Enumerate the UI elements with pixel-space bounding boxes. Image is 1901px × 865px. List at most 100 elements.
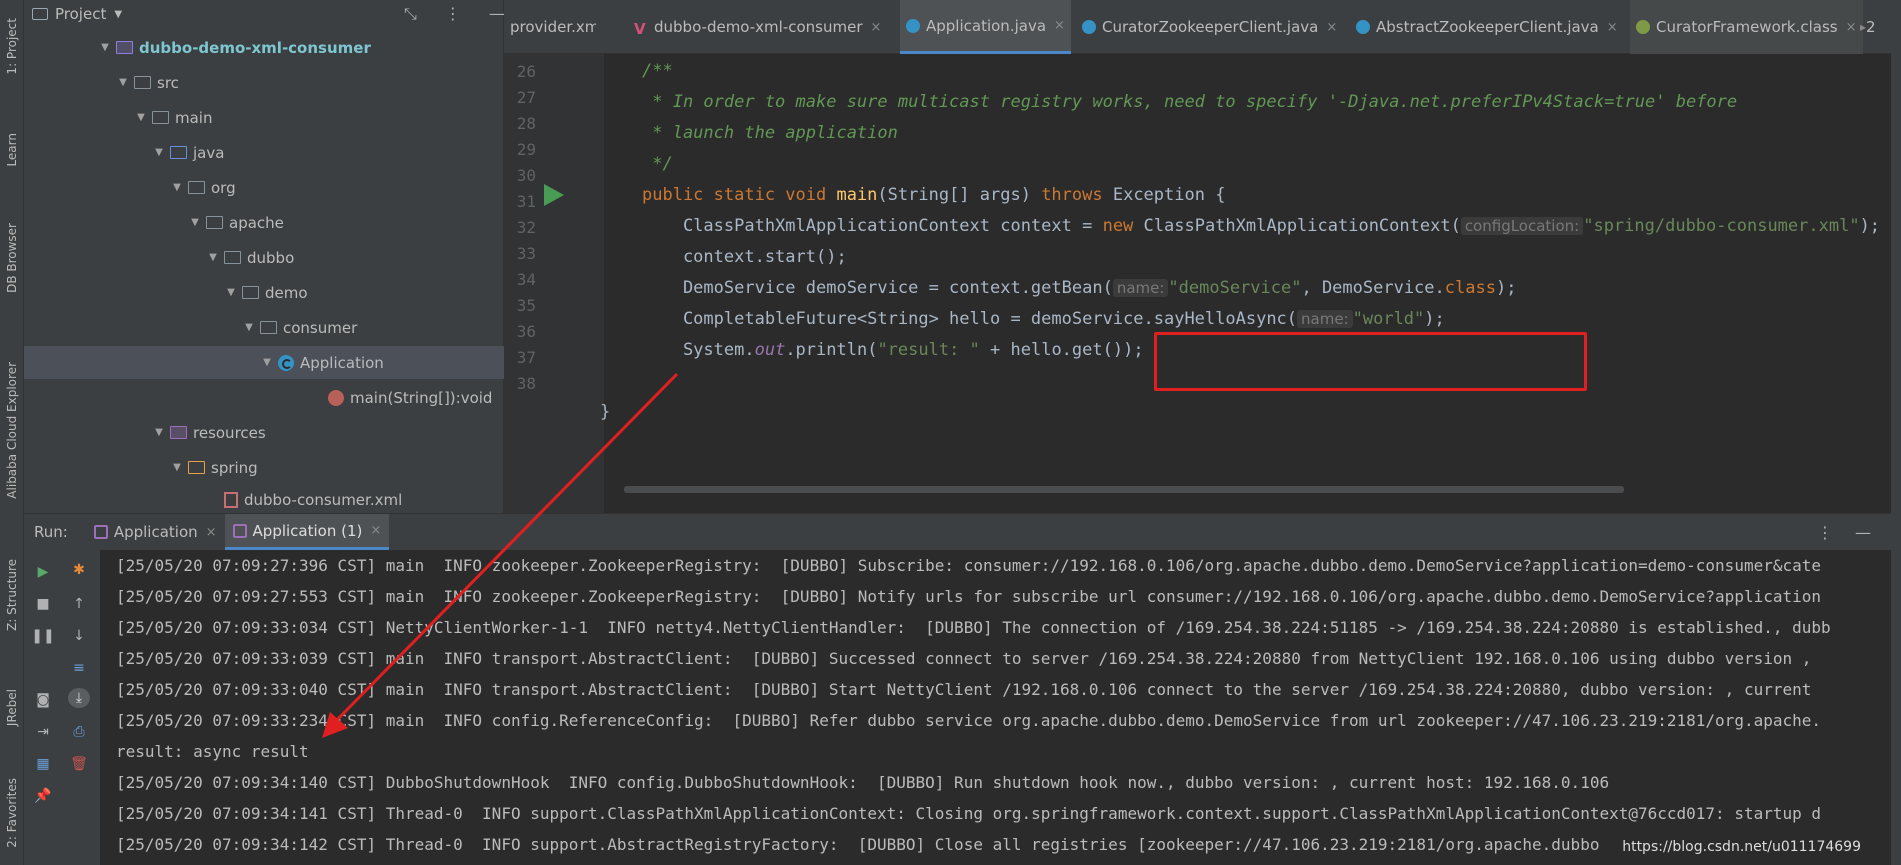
run-panel-header: Run: Application × Application (1) × ⋮ — — [24, 514, 1891, 550]
chevron-down-icon[interactable]: ▼ — [224, 287, 238, 298]
collapse-all-icon[interactable]: ⤡ — [404, 4, 417, 24]
code-line-31[interactable]: ClassPathXmlApplicationContext context =… — [642, 216, 1880, 236]
chevron-down-icon[interactable]: ▼ — [98, 42, 112, 53]
code-text: System. — [642, 340, 755, 360]
trash-icon[interactable]: 🗑 — [68, 754, 90, 774]
code-line-26[interactable]: /** — [642, 61, 673, 81]
chevron-down-icon[interactable]: ▼ — [260, 357, 274, 368]
code-line-27[interactable]: * In order to make sure multicast regist… — [642, 92, 1737, 112]
tree-item-consumer[interactable]: ▼ consumer — [24, 311, 504, 344]
scroll-to-end-icon[interactable]: ⤓ — [68, 688, 90, 708]
camera-icon[interactable]: ◙ — [32, 690, 54, 710]
debug-icon[interactable]: ✱ — [68, 560, 90, 580]
print-icon[interactable]: ⎙ — [68, 722, 90, 742]
tab-dubbo-demo-xml-consumer[interactable]: V dubbo-demo-xml-consumer × — [628, 0, 887, 54]
tab-application-java[interactable]: Application.java × — [900, 0, 1071, 54]
run-tab-application[interactable]: Application × — [86, 514, 225, 550]
more-options-icon[interactable]: ⋮ — [445, 4, 461, 24]
layout-icon[interactable]: ▦ — [32, 754, 54, 774]
tree-item-demo[interactable]: ▼ demo — [24, 276, 504, 309]
tab-curator-zookeeper-client[interactable]: CuratorZookeeperClient.java × — [1076, 0, 1343, 54]
code-text: CompletableFuture<String> hello = demoSe… — [642, 309, 1298, 329]
tree-item-application[interactable]: ▼ Application — [24, 346, 504, 379]
rerun-icon[interactable]: ▶ — [32, 562, 54, 582]
tool-tab-favorites[interactable]: 2: Favorites — [0, 765, 24, 860]
code-line-30[interactable]: public static void main(String[] args) t… — [642, 185, 1225, 205]
java-class-icon — [278, 354, 294, 371]
tab-provider-xml[interactable]: provider.xml × — [504, 0, 596, 54]
pin-icon[interactable]: 📌 — [32, 786, 54, 806]
chevron-down-icon[interactable]: ▼ — [188, 217, 202, 228]
java-class-icon — [906, 18, 920, 33]
close-icon[interactable]: × — [206, 525, 217, 540]
close-icon[interactable]: × — [1326, 20, 1337, 35]
chevron-down-icon[interactable]: ▼ — [206, 252, 220, 263]
console-line-result: result: async result — [116, 742, 309, 761]
line-number: 33 — [516, 244, 536, 263]
string-literal: "world" — [1352, 309, 1425, 329]
tool-tab-learn[interactable]: Learn — [0, 120, 24, 180]
exit-icon[interactable]: ⇥ — [32, 722, 54, 742]
tree-item-resources[interactable]: ▼ resources — [24, 416, 504, 449]
chevron-down-icon[interactable]: ▼ — [152, 427, 166, 438]
run-tab-application-1[interactable]: Application (1) × — [224, 514, 390, 550]
tool-tab-db-browser[interactable]: DB Browser — [0, 210, 24, 305]
code-line-28[interactable]: * launch the application — [642, 123, 898, 143]
chevron-down-icon[interactable]: ▼ — [152, 147, 166, 158]
close-icon[interactable]: × — [871, 20, 882, 35]
console-line: [25/05/20 07:09:27:553 CST] main INFO zo… — [116, 587, 1822, 606]
code-line-33[interactable]: DemoService demoService = context.getBea… — [642, 278, 1517, 298]
chevron-down-icon[interactable]: ▼ — [170, 182, 184, 193]
tab-curator-framework-class[interactable]: CuratorFramework.class × — [1630, 0, 1863, 54]
tree-item-main-method[interactable]: main(String[]):void — [24, 381, 504, 414]
tool-tab-alibaba-cloud-explorer[interactable]: Alibaba Cloud Explorer — [0, 350, 24, 510]
run-gutter-icon[interactable] — [544, 184, 564, 206]
code-line-35[interactable]: System.out.println("result: " + hello.ge… — [642, 340, 1144, 360]
resources-folder-icon — [170, 426, 187, 439]
line-number: 26 — [516, 62, 536, 81]
code-line-29[interactable]: */ — [642, 154, 672, 174]
tree-item-module[interactable]: ▼ dubbo-demo-xml-consumer — [24, 31, 504, 64]
tab-overflow[interactable]: ▸ 2 — [1854, 0, 1882, 54]
console-output[interactable]: [25/05/20 07:09:27:396 CST] main INFO zo… — [100, 550, 1891, 865]
chevron-down-icon[interactable]: ▼ — [242, 322, 256, 333]
tool-tab-structure[interactable]: Z: Structure — [0, 550, 24, 640]
chevron-down-icon[interactable]: ▼ — [116, 77, 130, 88]
tree-item-apache[interactable]: ▼ apache — [24, 206, 504, 239]
tree-item-spring[interactable]: ▼ spring — [24, 451, 504, 484]
code-line-34[interactable]: CompletableFuture<String> hello = demoSe… — [642, 309, 1445, 329]
chevron-down-icon[interactable]: ▼ — [170, 462, 184, 473]
close-icon[interactable]: × — [1054, 18, 1065, 33]
tree-item-dubbo-consumer-xml[interactable]: dubbo-consumer.xml — [24, 486, 504, 513]
minimize-icon[interactable]: — — [489, 4, 505, 24]
tree-item-src[interactable]: ▼ src — [24, 66, 504, 99]
keyword: new — [1102, 216, 1144, 236]
close-icon[interactable]: × — [370, 523, 381, 538]
arrow-down-icon[interactable]: ↓ — [68, 626, 90, 646]
minimize-icon[interactable]: — — [1855, 523, 1871, 542]
watermark: https://blog.csdn.net/u011174699 — [1622, 839, 1861, 855]
folder-icon — [206, 216, 223, 229]
tree-item-label: src — [157, 73, 179, 92]
code-line-32[interactable]: context.start(); — [642, 247, 847, 267]
tree-item-org[interactable]: ▼ org — [24, 171, 504, 204]
tab-abstract-zookeeper-client[interactable]: AbstractZookeeperClient.java × — [1350, 0, 1624, 54]
code-editor: provider.xml × V dubbo-demo-xml-consumer… — [504, 0, 1891, 513]
more-options-icon[interactable]: ⋮ — [1817, 523, 1833, 542]
tree-item-dubbo[interactable]: ▼ dubbo — [24, 241, 504, 274]
tree-item-main[interactable]: ▼ main — [24, 101, 504, 134]
chevron-down-icon[interactable]: ▼ — [134, 112, 148, 123]
tool-tab-project[interactable]: 1: Project — [0, 6, 24, 86]
folder-icon — [134, 76, 151, 89]
arrow-up-icon[interactable]: ↑ — [68, 594, 90, 614]
code-line-37[interactable]: } — [600, 402, 610, 422]
tool-tab-jrebel[interactable]: JRebel — [0, 675, 24, 740]
stop-icon[interactable]: ■ — [32, 594, 54, 614]
pause-icon[interactable]: ❚❚ — [31, 626, 54, 646]
chevron-down-icon[interactable]: ▼ — [114, 9, 122, 20]
close-icon[interactable]: × — [1607, 20, 1618, 35]
interface-icon — [1636, 20, 1650, 34]
tree-item-java[interactable]: ▼ java — [24, 136, 504, 169]
soft-wrap-icon[interactable]: ≡ — [68, 658, 90, 678]
horizontal-scrollbar[interactable] — [624, 486, 1624, 493]
